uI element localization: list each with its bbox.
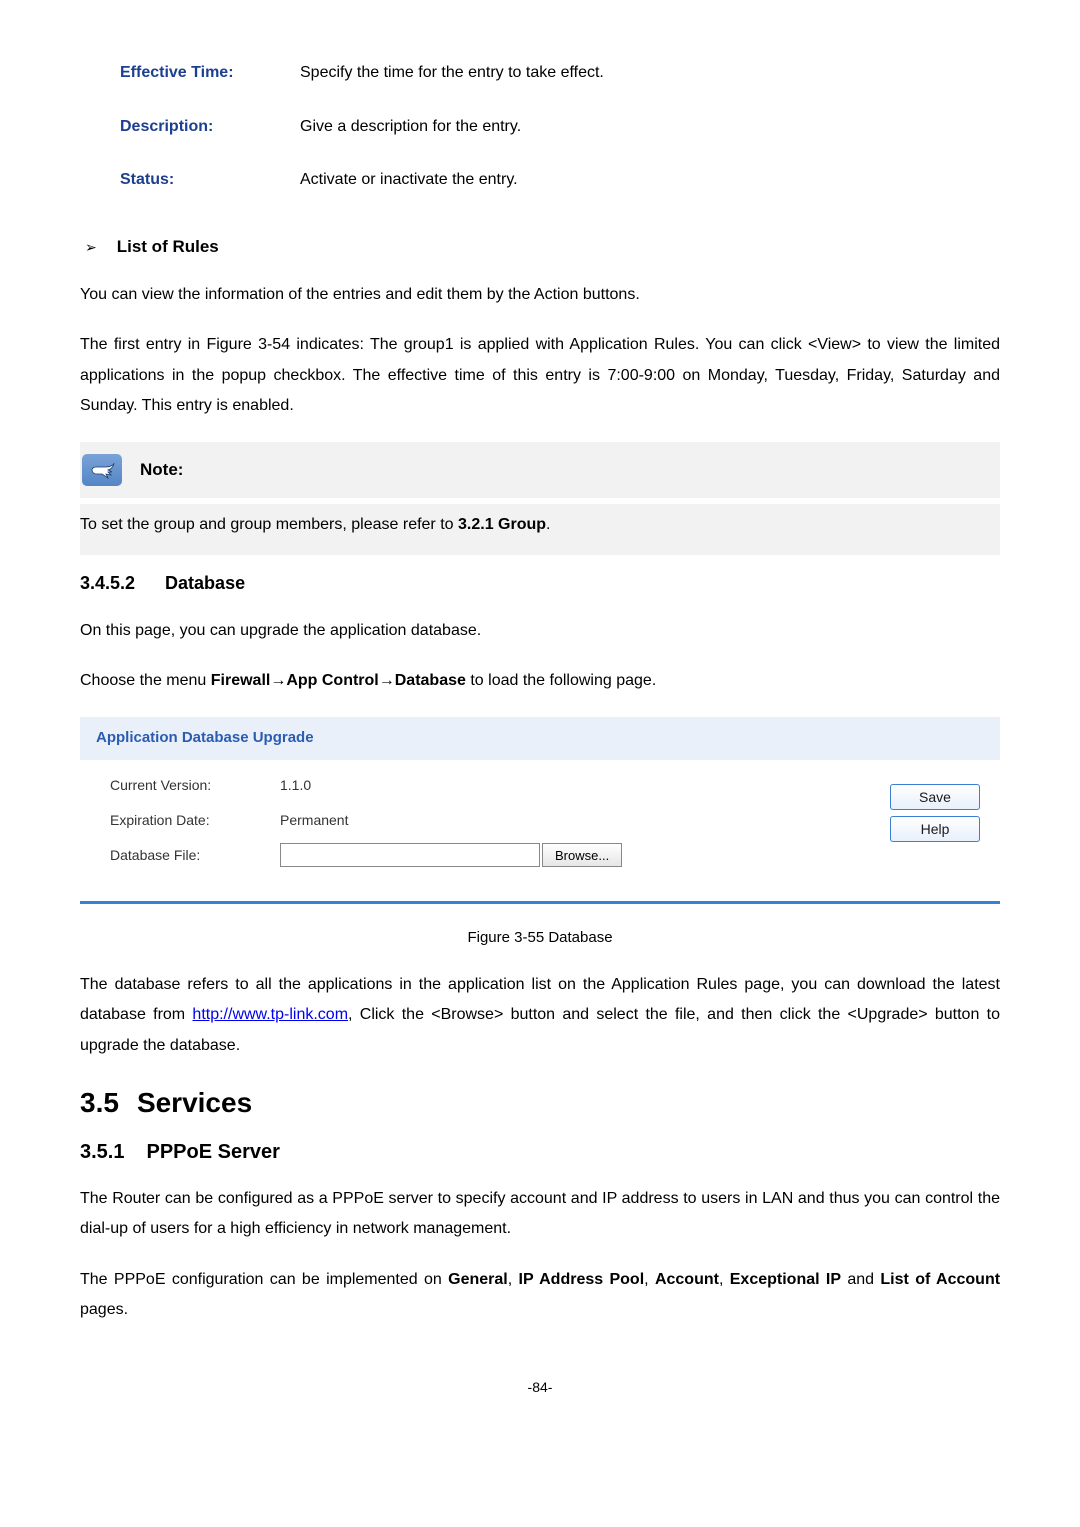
note-body-prefix: To set the group and group members, plea…: [80, 516, 458, 533]
browse-button[interactable]: Browse...: [542, 843, 622, 867]
definition-row: Description: Give a description for the …: [120, 114, 1000, 140]
database-menu: Choose the menu Firewall→App Control→Dat…: [80, 666, 1000, 696]
app-database-left: Current Version: 1.1.0 Expiration Date: …: [110, 774, 890, 879]
list-of-rules-title: List of Rules: [117, 233, 219, 260]
database-intro: On this page, you can upgrade the applic…: [80, 616, 1000, 646]
expiration-date-row: Expiration Date: Permanent: [110, 809, 890, 831]
database-menu-prefix: Choose the menu: [80, 672, 211, 689]
database-menu-bold: Firewall→App Control→Database: [211, 672, 466, 689]
definition-row: Effective Time: Specify the time for the…: [120, 60, 1000, 86]
list-of-rules-heading: ➢ List of Rules: [80, 233, 1000, 260]
definition-value: Specify the time for the entry to take e…: [300, 60, 604, 86]
note-body-bold: 3.2.1 Group: [458, 516, 546, 533]
note-header: Note:: [80, 454, 1000, 486]
app-database-panel: Application Database Upgrade Current Ver…: [80, 717, 1000, 904]
services-heading: 3.5 Services: [80, 1081, 1000, 1126]
pppoe-para-2: The PPPoE configuration can be implement…: [80, 1265, 1000, 1326]
figure-caption: Figure 3-55 Database: [80, 926, 1000, 950]
expiration-date-label: Expiration Date:: [110, 809, 280, 831]
current-version-label: Current Version:: [110, 774, 280, 796]
database-file-input[interactable]: [280, 843, 540, 867]
definition-label: Description:: [120, 114, 300, 140]
note-body-suffix: .: [546, 516, 550, 533]
current-version-row: Current Version: 1.1.0: [110, 774, 890, 796]
hand-pointer-icon: [82, 454, 122, 486]
database-menu-suffix: to load the following page.: [466, 672, 656, 689]
pppoe-p2-s5: pages.: [80, 1301, 128, 1318]
database-file-row: Database File: Browse...: [110, 843, 890, 867]
bullet-icon: ➢: [85, 236, 97, 258]
pppoe-p2-b5: List of Account: [880, 1271, 1000, 1288]
pppoe-p2-b1: General: [448, 1271, 508, 1288]
pppoe-p2-s1: ,: [508, 1271, 519, 1288]
database-num: 3.4.5.2: [80, 569, 135, 598]
pppoe-para-1: The Router can be configured as a PPPoE …: [80, 1184, 1000, 1245]
definition-label: Effective Time:: [120, 60, 300, 86]
current-version-value: 1.1.0: [280, 774, 311, 796]
app-database-title: Application Database Upgrade: [96, 729, 314, 746]
pppoe-num: 3.5.1: [80, 1136, 124, 1168]
definition-row: Status: Activate or inactivate the entry…: [120, 167, 1000, 193]
database-description: The database refers to all the applicati…: [80, 970, 1000, 1061]
help-button[interactable]: Help: [890, 816, 980, 842]
pppoe-heading: 3.5.1 PPPoE Server: [80, 1136, 1000, 1168]
pppoe-p2-b4: Exceptional IP: [730, 1271, 841, 1288]
list-of-rules-body: The first entry in Figure 3-54 indicates…: [80, 330, 1000, 421]
pppoe-p2-s4: and: [841, 1271, 880, 1288]
definition-table: Effective Time: Specify the time for the…: [120, 60, 1000, 193]
pppoe-p2-b2: IP Address Pool: [519, 1271, 645, 1288]
save-button[interactable]: Save: [890, 784, 980, 810]
note-block: Note:: [80, 442, 1000, 498]
expiration-date-value: Permanent: [280, 809, 348, 831]
services-title: Services: [137, 1081, 252, 1126]
database-title: Database: [165, 569, 245, 598]
definition-value: Activate or inactivate the entry.: [300, 167, 518, 193]
services-num: 3.5: [80, 1081, 119, 1126]
tp-link-url[interactable]: http://www.tp-link.com: [192, 1006, 348, 1023]
database-heading: 3.4.5.2 Database: [80, 569, 1000, 598]
pppoe-p2-b3: Account: [655, 1271, 719, 1288]
page-number: -84-: [80, 1376, 1000, 1398]
database-file-label: Database File:: [110, 844, 280, 866]
app-database-right: Save Help: [890, 774, 980, 879]
definition-value: Give a description for the entry.: [300, 114, 521, 140]
note-label: Note:: [140, 456, 183, 483]
pppoe-p2-s2: ,: [644, 1271, 655, 1288]
pppoe-p2-prefix: The PPPoE configuration can be implement…: [80, 1271, 448, 1288]
list-of-rules-intro: You can view the information of the entr…: [80, 280, 1000, 310]
pppoe-p2-s3: ,: [719, 1271, 730, 1288]
app-database-body: Current Version: 1.1.0 Expiration Date: …: [80, 760, 1000, 904]
definition-label: Status:: [120, 167, 300, 193]
pppoe-title: PPPoE Server: [146, 1136, 279, 1168]
app-database-header: Application Database Upgrade: [80, 717, 1000, 761]
note-body: To set the group and group members, plea…: [80, 504, 1000, 556]
